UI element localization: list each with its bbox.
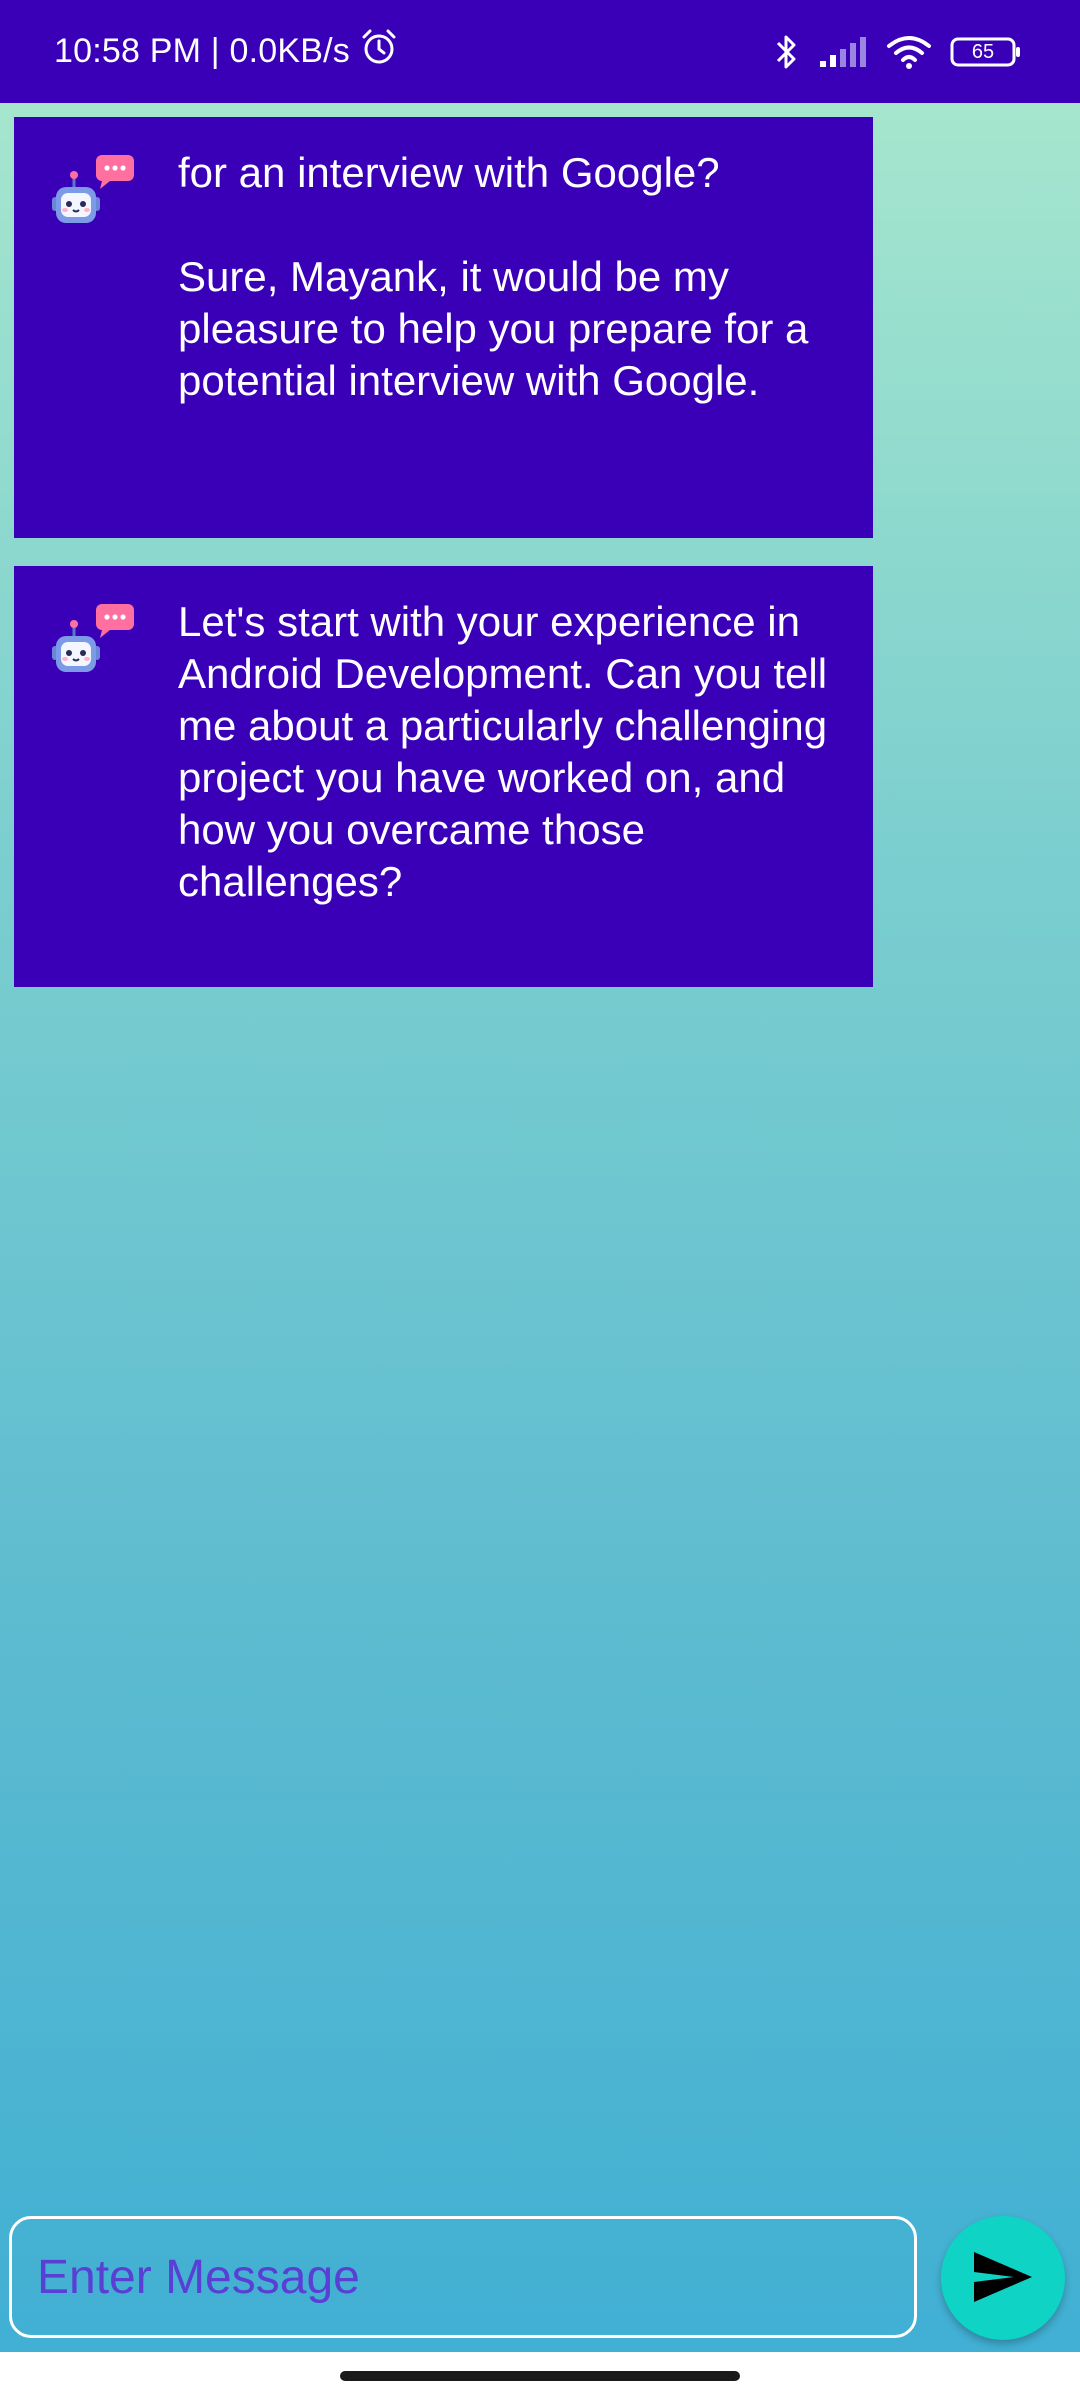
bot-message-bubble: for an interview with Google? Sure, Maya… [14, 117, 873, 538]
send-button[interactable] [941, 2216, 1065, 2340]
home-gesture-handle[interactable] [340, 2371, 740, 2381]
message-text: Let's start with your experience in Andr… [178, 598, 828, 905]
chatbot-robot-icon [48, 602, 140, 682]
wifi-icon [886, 34, 932, 70]
status-time: 10:58 PM | 0.0KB/s [54, 32, 350, 70]
status-left: 10:58 PM | 0.0KB/s [54, 28, 398, 75]
message-input[interactable] [9, 2216, 917, 2338]
chat-message-list[interactable]: for an interview with Google? Sure, Maya… [14, 117, 874, 1015]
battery-level: 65 [971, 40, 995, 63]
chatbot-robot-icon [48, 153, 140, 233]
status-right: 65 [772, 32, 1022, 72]
bluetooth-icon [772, 32, 800, 72]
bot-message-bubble: Let's start with your experience in Andr… [14, 566, 873, 987]
status-bar: 10:58 PM | 0.0KB/s 65 [0, 0, 1080, 103]
signal-icon [818, 35, 868, 69]
battery-icon: 65 [950, 35, 1022, 69]
send-icon [972, 2250, 1034, 2307]
alarm-icon [360, 28, 398, 75]
message-text: for an interview with Google? Sure, Maya… [178, 149, 809, 404]
